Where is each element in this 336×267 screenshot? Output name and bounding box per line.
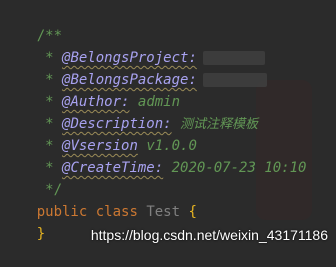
create-time-value: 2020-07-23 10:10 <box>171 160 307 176</box>
javadoc-line-package: * @BelongsPackage: <box>3 47 267 88</box>
tag-create-time: @CreateTime: <box>62 160 164 176</box>
javadoc-line-createtime: * @CreateTime: 2020-07-23 10:10 <box>3 135 306 176</box>
redacted-value <box>202 73 267 87</box>
close-brace: } <box>36 226 46 242</box>
keyword-class: class <box>95 204 138 220</box>
close-brace-line: } <box>3 201 45 242</box>
javadoc-line-description: * @Description: 测试注释模板 <box>3 91 258 132</box>
javadoc-line-version: * @Vsersion v1.0.0 <box>3 113 197 154</box>
class-name: Test <box>146 204 181 220</box>
open-brace: { <box>188 204 197 220</box>
watermark-url: https://blog.csdn.net/weixin_43171186 <box>90 227 328 243</box>
javadoc-line-project: * @BelongsProject: <box>3 25 265 66</box>
comment-close-line: */ <box>3 157 62 198</box>
comment-open-line: /** <box>3 3 62 44</box>
code-editor[interactable]: /** * @BelongsProject: * @BelongsPackage… <box>0 0 336 253</box>
javadoc-line-author: * @Author: admin <box>3 69 180 110</box>
class-declaration-line: public class Test { <box>3 179 197 220</box>
